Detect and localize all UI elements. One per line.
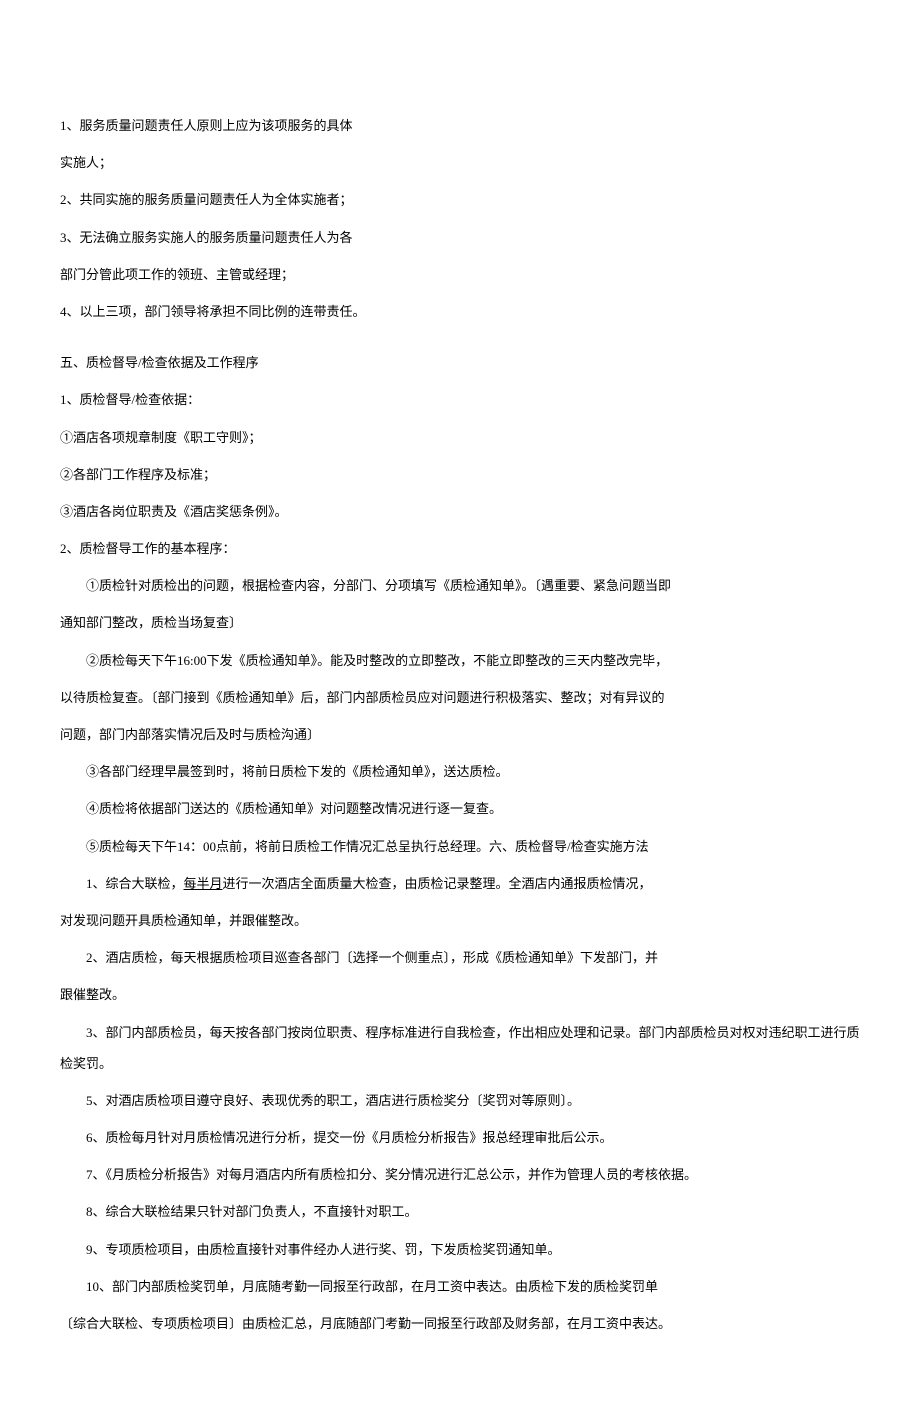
text-line: ②各部门工作程序及标准； (60, 459, 860, 490)
text-line: 5、对酒店质检项目遵守良好、表现优秀的职工，酒店进行质检奖分〔奖罚对等原则〕。 (60, 1085, 860, 1116)
text-line: 10、部门内部质检奖罚单，月底随考勤一同报至行政部，在月工资中表达。由质检下发的… (60, 1271, 860, 1302)
text-line: 通知部门整改，质检当场复查〕 (60, 607, 860, 638)
text-line: 2、质检督导工作的基本程序： (60, 533, 860, 564)
text-segment: 进行一次酒店全面质量大检查，由质检记录整理。全酒店内通报质检情况， (223, 876, 652, 891)
text-line: ①质检针对质检出的问题，根据检查内容，分部门、分项填写《质检通知单》。〔遇重要、… (60, 570, 860, 601)
text-line: 1、质检督导/检查依据： (60, 384, 860, 415)
text-line: ③酒店各岗位职责及《酒店奖惩条例》。 (60, 496, 860, 527)
text-line: 对发现问题开具质检通知单，并跟催整改。 (60, 905, 860, 936)
text-line: ④质检将依据部门送达的《质检通知单》对问题整改情况进行逐一复查。 (60, 793, 860, 824)
underlined-text: 每半月 (184, 876, 223, 891)
text-line: 部门分管此项工作的领班、主管或经理； (60, 259, 860, 290)
text-line: ②质检每天下午16:00下发《质检通知单》。能及时整改的立即整改，不能立即整改的… (60, 645, 860, 676)
text-line: ③各部门经理早晨签到时，将前日质检下发的《质检通知单》，送达质检。 (60, 756, 860, 787)
text-line: 1、服务质量问题责任人原则上应为该项服务的具体 (60, 110, 860, 141)
text-line: 8、综合大联检结果只针对部门负责人，不直接针对职工。 (60, 1196, 860, 1227)
text-line: 问题，部门内部落实情况后及时与质检沟通〕 (60, 719, 860, 750)
text-line: ①酒店各项规章制度《职工守则》； (60, 422, 860, 453)
text-line: ⑤质检每天下午14：00点前，将前日质检工作情况汇总呈执行总经理。六、质检督导/… (60, 831, 860, 862)
text-line: 3、部门内部质检员，每天按各部门按岗位职责、程序标准进行自我检查，作出相应处理和… (60, 1017, 860, 1079)
text-line: 实施人； (60, 147, 860, 178)
text-line: 〔综合大联检、专项质检项目〕由质检汇总，月底随部门考勤一同报至行政部及财务部，在… (60, 1308, 860, 1339)
text-line: 7、《月质检分析报告》对每月酒店内所有质检扣分、奖分情况进行汇总公示，并作为管理… (60, 1159, 860, 1190)
text-line: 9、专项质检项目，由质检直接针对事件经办人进行奖、罚，下发质检奖罚通知单。 (60, 1234, 860, 1265)
text-line: 6、质检每月针对月质检情况进行分析，提交一份《月质检分析报告》报总经理审批后公示… (60, 1122, 860, 1153)
text-line: 跟催整改。 (60, 979, 860, 1010)
text-segment: 1、综合大联检， (86, 876, 184, 891)
text-line: 2、酒店质检，每天根据质检项目巡查各部门〔选择一个侧重点〕，形成《质检通知单》下… (60, 942, 860, 973)
text-line: 4、以上三项，部门领导将承担不同比例的连带责任。 (60, 296, 860, 327)
text-line: 以待质检复查。〔部门接到《质检通知单》后，部门内部质检员应对问题进行积极落实、整… (60, 682, 860, 713)
text-line: 1、综合大联检，每半月进行一次酒店全面质量大检查，由质检记录整理。全酒店内通报质… (60, 868, 860, 899)
section-heading: 五、质检督导/检查依据及工作程序 (60, 347, 860, 378)
spacer (60, 333, 860, 347)
text-line: 3、无法确立服务实施人的服务质量问题责任人为各 (60, 222, 860, 253)
text-line: 2、共同实施的服务质量问题责任人为全体实施者； (60, 184, 860, 215)
